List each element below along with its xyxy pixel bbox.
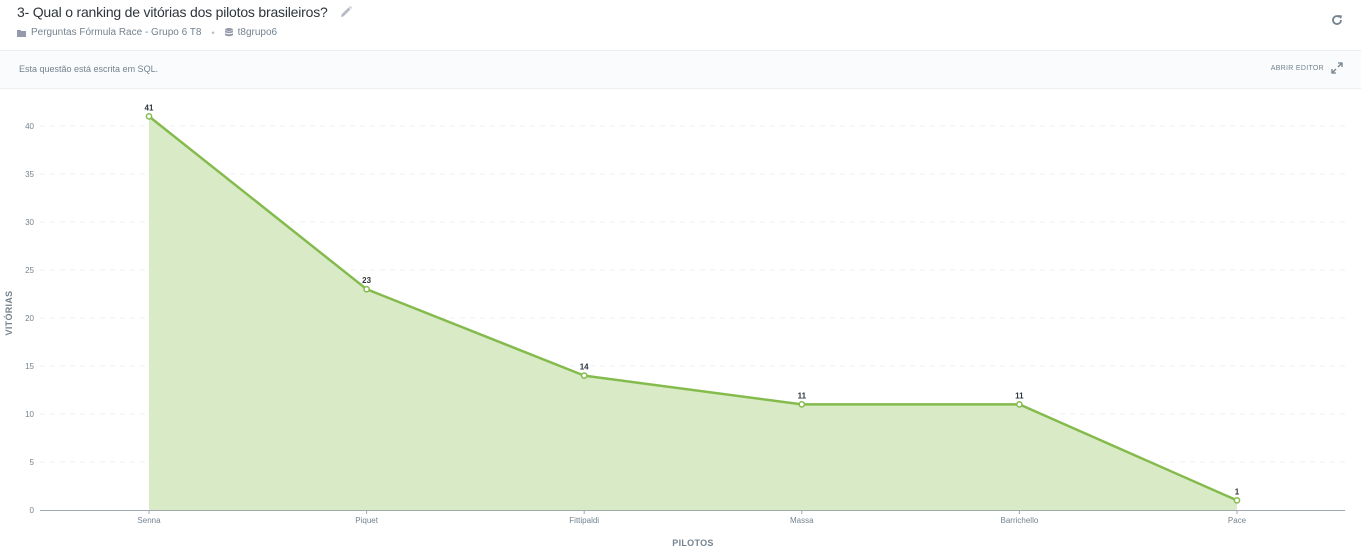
data-label: 11 [1015,391,1024,400]
collection-link[interactable]: Perguntas Fórmula Race - Grupo 6 T8 [31,27,201,38]
data-label: 23 [362,276,371,285]
y-tick-label: 10 [25,410,34,419]
data-point [1233,497,1241,504]
page-title: 3- Qual o ranking de vitórias dos piloto… [17,4,328,20]
title-row: 3- Qual o ranking de vitórias dos piloto… [17,4,353,20]
question-meta: Perguntas Fórmula Race - Grupo 6 T8 • t8… [17,27,277,38]
x-tick-label: Piquet [355,516,378,525]
x-tick-label: Senna [137,516,161,525]
y-tick-label: 0 [30,506,35,515]
data-label: 14 [580,363,589,372]
data-label: 1 [1235,487,1240,496]
data-label: 41 [145,103,154,112]
data-point [363,285,370,293]
meta-separator: • [211,27,215,38]
open-editor-label: ABRIR EDITOR [1270,64,1324,72]
y-axis-title: VITÓRIAS [3,291,14,336]
line-area-chart: 0 5 10 15 20 25 30 35 40 Senna Piquet Fittipaldi Mas… [3,103,1345,548]
data-point [145,113,153,120]
y-tick-label: 25 [25,266,34,275]
chart-area-layer [148,115,1238,511]
y-tick-label: 15 [25,362,34,371]
data-point [580,372,588,379]
pencil-icon[interactable] [339,5,353,19]
database-link[interactable]: t8grupo6 [238,27,277,38]
x-tick-label: Pace [1228,516,1247,525]
x-tick-label: Barrichello [1001,516,1039,525]
y-tick-label: 40 [25,122,34,131]
x-tick-label: Fittipaldi [569,516,599,525]
sql-notice-bar: Esta questão está escrita em SQL. ABRIR … [0,50,1361,89]
database-icon [224,28,233,37]
data-point [798,401,806,408]
x-axis-title: PILOTOS [672,538,713,548]
data-label: 11 [798,391,807,400]
y-tick-label: 30 [25,218,34,227]
x-tick-label: Massa [790,516,814,525]
y-tick-label: 20 [25,314,34,323]
y-tick-label: 35 [25,170,34,179]
open-editor-button[interactable]: ABRIR EDITOR [1271,62,1343,74]
series-area [149,116,1237,511]
folder-icon [17,29,26,37]
data-point [1016,401,1023,408]
expand-icon [1331,62,1343,74]
y-tick-label: 5 [30,458,35,467]
sql-notice-text: Esta questão está escrita em SQL. [19,64,159,74]
refresh-icon[interactable] [1331,14,1343,26]
question-header: 3- Qual o ranking de vitórias dos piloto… [0,0,1361,50]
